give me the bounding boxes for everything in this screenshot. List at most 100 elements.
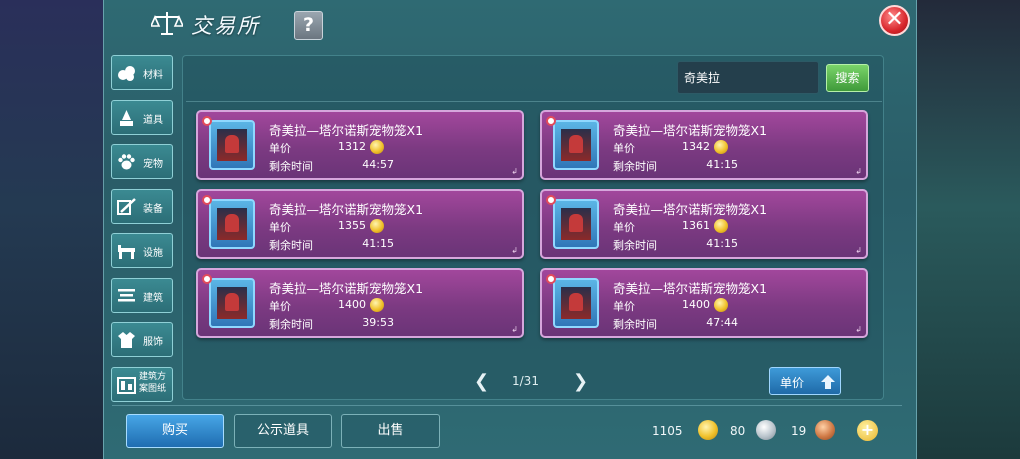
category-sidebar: 材料 道具 宠物 装备 设施 建筑 服饰 建筑方案图纸 — [111, 55, 174, 411]
listing-card[interactable]: 奇美拉—塔尔诺斯宠物笼X1 单价 1355 剩余时间 41:15 ↲ — [196, 189, 524, 259]
tab-buy[interactable]: 购买 — [126, 414, 224, 448]
balance-scale-icon — [151, 12, 183, 35]
page-title: 交易所 — [191, 14, 260, 38]
tab-showcase[interactable]: 公示道具 — [234, 414, 332, 448]
time-value: 41:15 — [362, 237, 394, 250]
sidebar-item-blueprints[interactable]: 建筑方案图纸 — [111, 366, 173, 402]
prev-page-icon[interactable]: ❮ — [474, 372, 489, 392]
gold-coin-icon — [698, 420, 718, 440]
tab-sell[interactable]: 出售 — [341, 414, 440, 448]
listing-name: 奇美拉—塔尔诺斯宠物笼X1 — [269, 123, 424, 138]
price-value: 1400 — [682, 298, 710, 311]
corner-mark-icon: ↲ — [511, 325, 518, 334]
time-label: 剩余时间 — [613, 239, 657, 252]
close-button[interactable]: ✕ — [879, 5, 910, 36]
listing-card[interactable]: 奇美拉—塔尔诺斯宠物笼X1 单价 1400 剩余时间 39:53 ↲ — [196, 268, 524, 338]
gold-amount: 1105 — [652, 424, 683, 438]
material-icon — [118, 66, 135, 81]
pet-cage-thumbnail — [209, 120, 255, 170]
price-value: 1342 — [682, 140, 710, 153]
sidebar-item-label: 设施 — [143, 248, 163, 259]
next-page-icon[interactable]: ❯ — [573, 372, 588, 392]
search-input[interactable] — [677, 61, 819, 94]
time-label: 剩余时间 — [269, 239, 313, 252]
blueprint-icon — [117, 376, 136, 394]
price-label: 单价 — [269, 221, 291, 234]
sidebar-item-clothing[interactable]: 服饰 — [111, 322, 173, 357]
record-icon — [546, 195, 556, 205]
record-icon — [546, 274, 556, 284]
pagination: ❮ 1/31 ❯ — [472, 372, 588, 392]
listing-card[interactable]: 奇美拉—塔尔诺斯宠物笼X1 单价 1400 剩余时间 47:44 ↲ — [540, 268, 868, 338]
price-value: 1400 — [338, 298, 366, 311]
gold-coin-icon — [370, 219, 384, 233]
record-icon — [202, 195, 212, 205]
title-bar: 交易所 ? — [103, 0, 915, 46]
listing-name: 奇美拉—塔尔诺斯宠物笼X1 — [613, 123, 768, 138]
time-label: 剩余时间 — [613, 318, 657, 331]
pet-cage-thumbnail — [209, 199, 255, 249]
time-value: 41:15 — [706, 237, 738, 250]
bronze-amount: 19 — [791, 424, 807, 438]
listing-name: 奇美拉—塔尔诺斯宠物笼X1 — [613, 281, 768, 296]
sidebar-item-buildings[interactable]: 建筑 — [111, 277, 173, 313]
price-label: 单价 — [269, 142, 291, 155]
pet-cage-thumbnail — [553, 199, 599, 249]
corner-mark-icon: ↲ — [855, 167, 862, 176]
gold-coin-icon — [714, 219, 728, 233]
sidebar-item-label: 道具 — [143, 114, 163, 126]
silver-amount: 80 — [730, 424, 746, 438]
price-label: 单价 — [613, 142, 635, 155]
sidebar-item-items[interactable]: 道具 — [111, 99, 173, 135]
price-label: 单价 — [269, 300, 291, 313]
search-button[interactable]: 搜索 — [826, 64, 869, 92]
background-left — [0, 0, 110, 459]
sort-arrow-icon — [821, 375, 835, 389]
time-value: 44:57 — [362, 158, 394, 171]
price-value: 1312 — [338, 140, 366, 153]
listing-card[interactable]: 奇美拉—塔尔诺斯宠物笼X1 单价 1312 剩余时间 44:57 ↲ — [196, 110, 524, 180]
corner-mark-icon: ↲ — [511, 167, 518, 176]
listing-name: 奇美拉—塔尔诺斯宠物笼X1 — [613, 202, 768, 217]
price-label: 单价 — [613, 300, 635, 313]
building-icon — [118, 288, 135, 301]
listing-name: 奇美拉—塔尔诺斯宠物笼X1 — [269, 281, 424, 296]
price-label: 单价 — [613, 221, 635, 234]
sidebar-item-label: 建筑 — [143, 292, 163, 304]
gold-coin-icon — [370, 140, 384, 154]
pet-cage-thumbnail — [553, 278, 599, 328]
gold-coin-icon — [370, 298, 384, 312]
pet-cage-thumbnail — [553, 120, 599, 170]
sidebar-item-label: 宠物 — [143, 159, 163, 170]
sidebar-item-facilities[interactable]: 设施 — [111, 233, 173, 268]
item-icon — [120, 109, 133, 126]
record-icon — [546, 116, 556, 126]
corner-mark-icon: ↲ — [855, 246, 862, 255]
price-value: 1355 — [338, 219, 366, 232]
sidebar-item-materials[interactable]: 材料 — [111, 55, 173, 90]
equipment-icon — [117, 197, 136, 215]
sidebar-item-pets[interactable]: 宠物 — [111, 144, 173, 179]
bottom-divider — [112, 405, 902, 406]
help-button[interactable]: ? — [294, 11, 323, 40]
time-label: 剩余时间 — [269, 160, 313, 173]
gold-coin-icon — [714, 140, 728, 154]
corner-mark-icon: ↲ — [855, 325, 862, 334]
silver-coin-icon — [756, 420, 776, 440]
price-value: 1361 — [682, 219, 710, 232]
background-right — [900, 0, 1020, 459]
time-value: 39:53 — [362, 316, 394, 329]
page-indicator: 1/31 — [512, 374, 539, 388]
time-label: 剩余时间 — [269, 318, 313, 331]
listing-card[interactable]: 奇美拉—塔尔诺斯宠物笼X1 单价 1342 剩余时间 41:15 ↲ — [540, 110, 868, 180]
corner-mark-icon: ↲ — [511, 246, 518, 255]
add-currency-button[interactable]: + — [857, 420, 878, 441]
facility-icon — [118, 245, 135, 259]
sort-by-price-button[interactable]: 单价 — [769, 367, 841, 395]
sidebar-item-label: 材料 — [143, 70, 163, 81]
sidebar-item-label: 装备 — [143, 203, 163, 215]
divider — [186, 101, 882, 102]
sidebar-item-equipment[interactable]: 装备 — [111, 188, 173, 224]
record-icon — [202, 116, 212, 126]
listing-card[interactable]: 奇美拉—塔尔诺斯宠物笼X1 单价 1361 剩余时间 41:15 ↲ — [540, 189, 868, 259]
